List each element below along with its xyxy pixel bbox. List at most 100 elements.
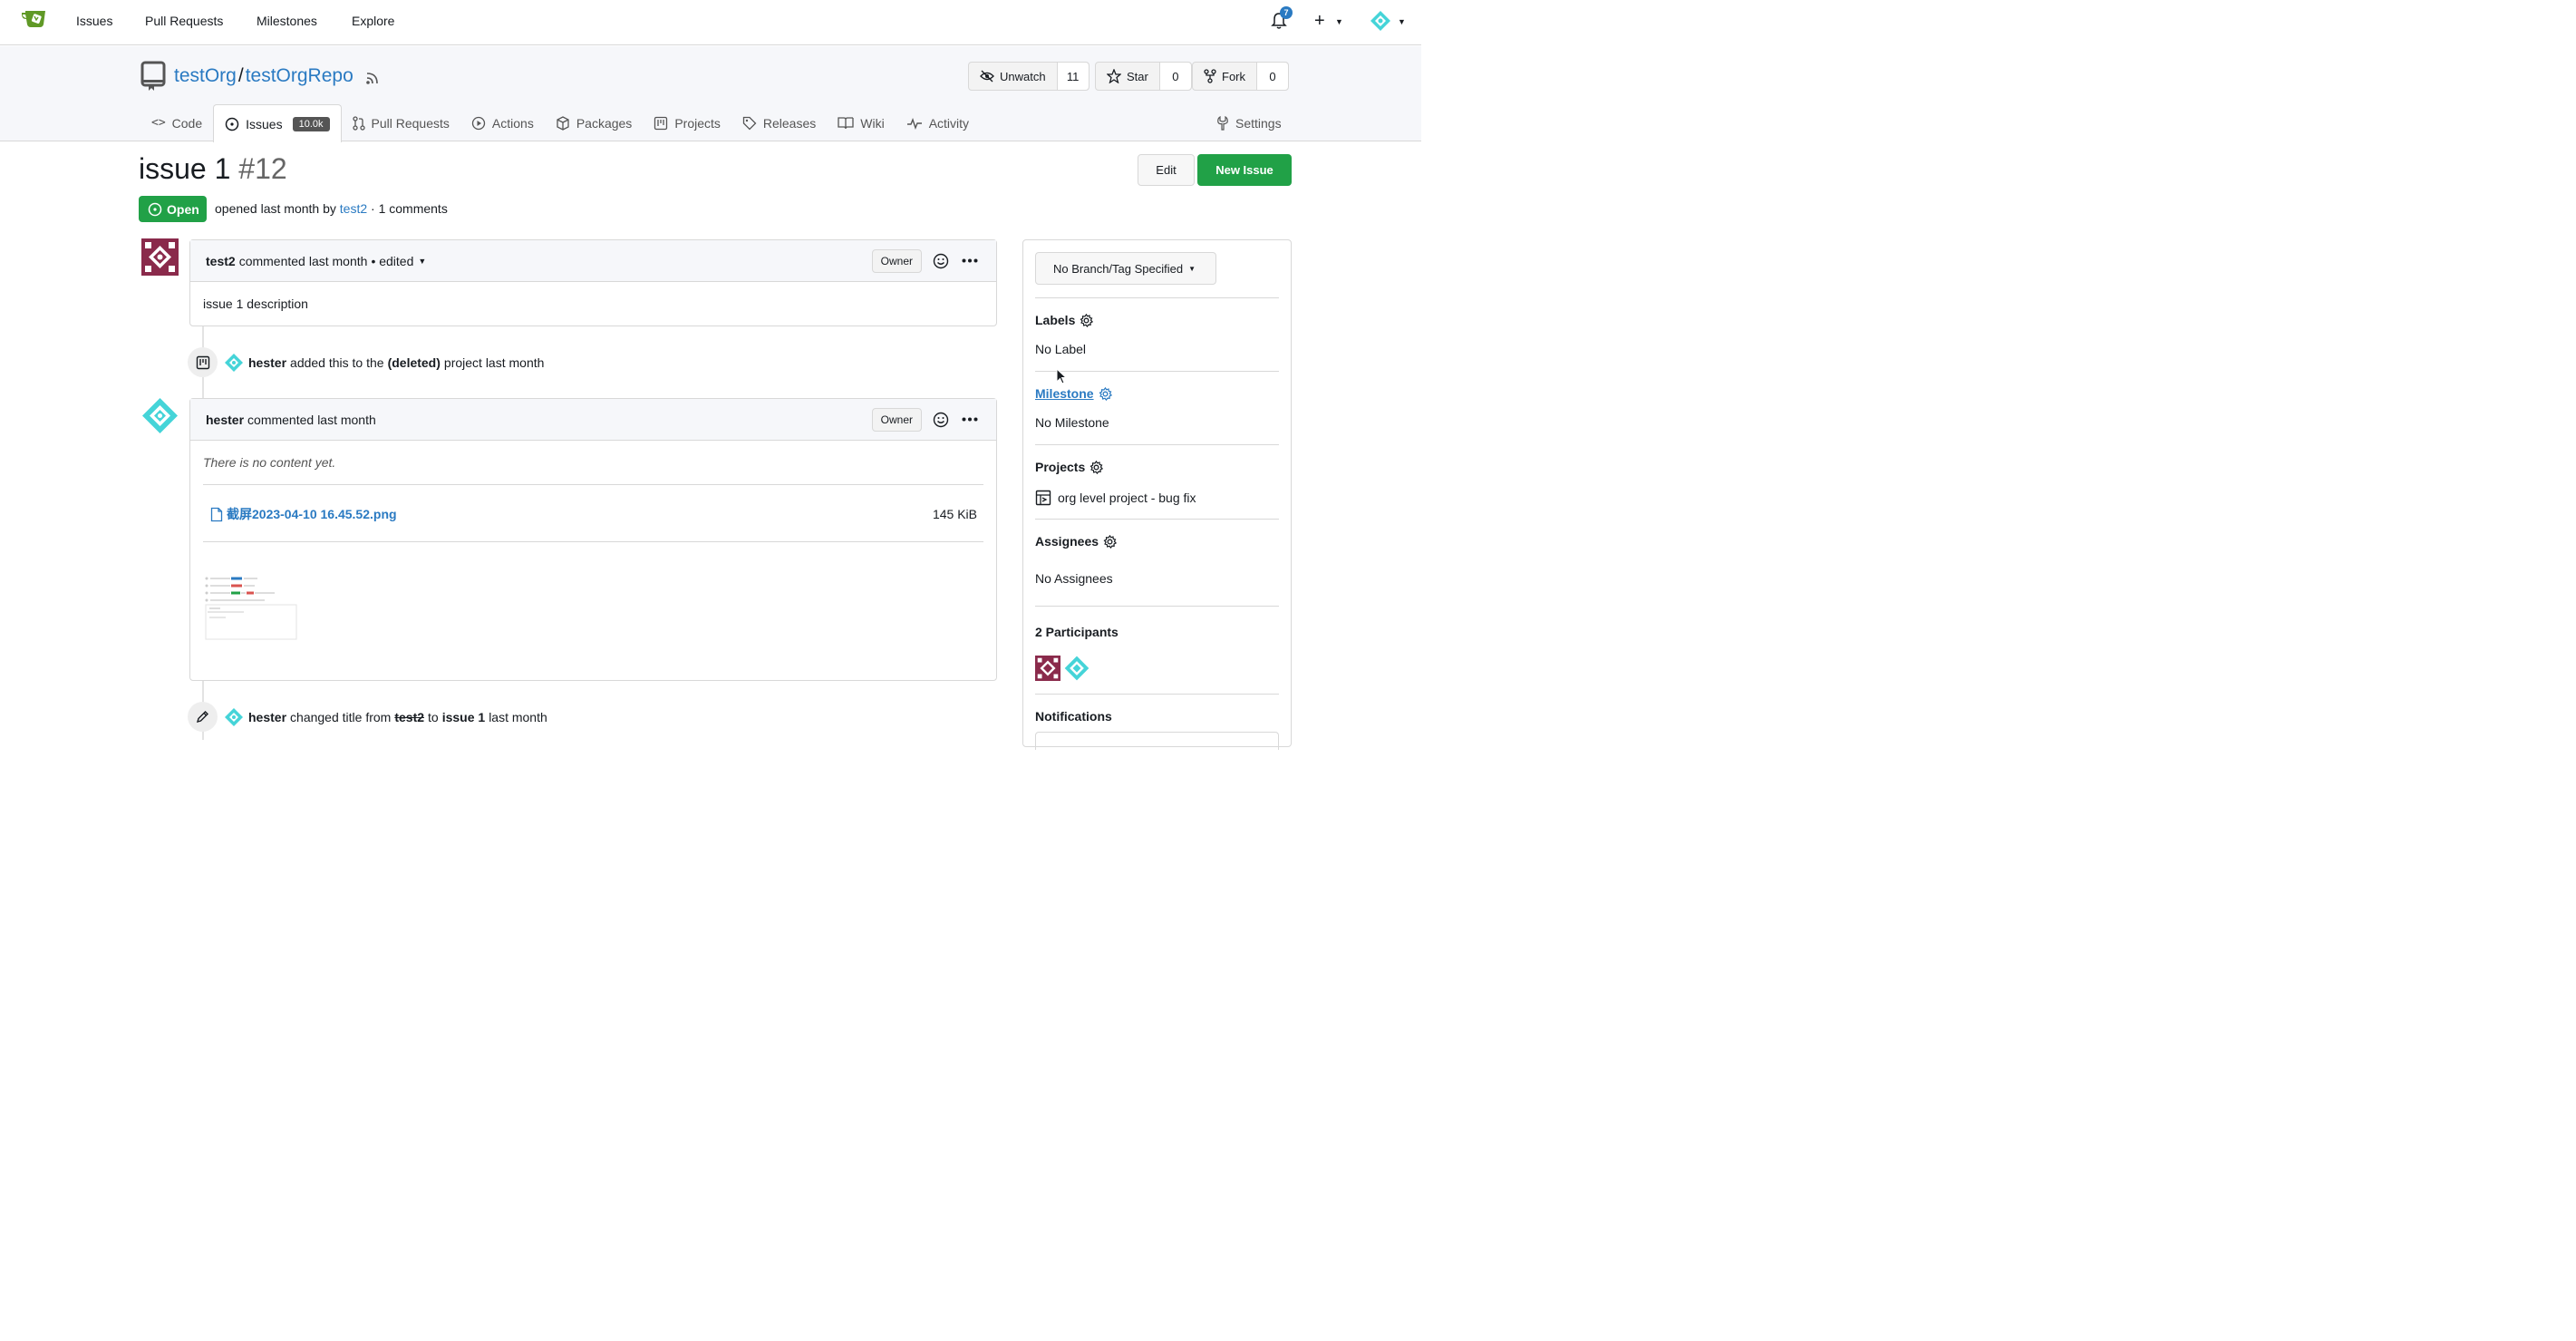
avatar[interactable] (141, 238, 179, 276)
attachment-size: 145 KiB (932, 507, 977, 521)
chevron-down-icon[interactable]: ▼ (1398, 17, 1406, 26)
nav-pull-requests[interactable]: Pull Requests (145, 14, 223, 28)
tab-label: Projects (674, 115, 721, 131)
comment-author[interactable]: test2 (206, 254, 236, 268)
divider (1035, 444, 1279, 445)
event-user[interactable]: hester (248, 710, 286, 724)
avatar[interactable] (225, 707, 243, 726)
attachment-link[interactable]: 截屏2023-04-10 16.45.52.png (210, 505, 397, 523)
attachment-name: 截屏2023-04-10 16.45.52.png (227, 507, 397, 521)
pulse-icon (906, 117, 922, 130)
gear-icon[interactable] (1099, 386, 1112, 401)
gear-icon[interactable] (1089, 460, 1104, 474)
more-options-icon[interactable] (962, 417, 978, 422)
avatar[interactable] (1035, 656, 1060, 681)
project-board-icon (1035, 490, 1051, 506)
more-options-icon[interactable] (962, 258, 978, 263)
tab-code[interactable]: <> Code (140, 104, 213, 141)
event-text: last month (489, 709, 547, 724)
tab-wiki[interactable]: Wiki (827, 104, 895, 141)
avatar[interactable] (141, 397, 179, 434)
comment-time[interactable]: last month (317, 413, 376, 427)
subscribe-button[interactable] (1035, 732, 1279, 750)
watch-count[interactable]: 11 (1057, 63, 1089, 90)
reaction-smiley-icon[interactable] (933, 412, 949, 428)
event-text: to (428, 709, 439, 724)
rss-icon[interactable] (365, 72, 379, 85)
issue-author-link[interactable]: test2 (340, 201, 367, 216)
comment-action: commented (247, 412, 315, 427)
fork-button[interactable]: Fork (1193, 63, 1257, 90)
tab-label: Releases (762, 115, 817, 131)
chevron-down-icon[interactable]: ▼ (418, 257, 426, 266)
nav-issues[interactable]: Issues (76, 14, 112, 28)
event-icon (188, 702, 218, 732)
star-button[interactable]: Star (1096, 63, 1160, 90)
unwatch-button[interactable]: Unwatch (969, 63, 1058, 90)
repo-tabs: <> Code Issues 10.0k Pull Requests Actio… (140, 104, 980, 142)
fork-button-group: Fork 0 (1192, 62, 1289, 91)
issue-title-text: issue 1 (139, 152, 231, 185)
gear-icon[interactable] (1080, 313, 1094, 327)
tab-actions[interactable]: Actions (460, 104, 545, 141)
comment-time[interactable]: last month (309, 254, 368, 268)
assignees-heading[interactable]: Assignees (1035, 534, 1118, 549)
mouse-cursor-icon (1056, 368, 1067, 384)
tab-pull-requests[interactable]: Pull Requests (342, 104, 460, 141)
projects-heading[interactable]: Projects (1035, 460, 1104, 474)
repo-title: testOrg/testOrgRepo (174, 65, 353, 87)
branch-label: No Branch/Tag Specified (1053, 261, 1184, 276)
notifications-title: Notifications (1035, 709, 1112, 724)
tab-label: Wiki (860, 115, 885, 131)
comment-box: hester commented last month Owner There … (189, 398, 997, 681)
fork-count[interactable]: 0 (1257, 63, 1288, 90)
divider (1035, 606, 1279, 607)
tab-settings[interactable]: Settings (1206, 104, 1293, 141)
status-badge: Open (139, 196, 207, 222)
star-count[interactable]: 0 (1159, 63, 1191, 90)
unwatch-label: Unwatch (1000, 69, 1046, 83)
gitea-logo-icon[interactable] (20, 8, 49, 30)
create-plus-icon[interactable]: + (1314, 11, 1325, 32)
project-item[interactable]: org level project - bug fix (1035, 490, 1196, 506)
labels-heading[interactable]: Labels (1035, 313, 1094, 327)
new-issue-button[interactable]: New Issue (1197, 154, 1292, 186)
repo-name-link[interactable]: testOrgRepo (246, 65, 353, 86)
old-title: test2 (394, 709, 425, 724)
repo-owner-link[interactable]: testOrg (174, 65, 237, 86)
milestone-heading[interactable]: Milestone (1035, 386, 1112, 401)
reaction-smiley-icon[interactable] (933, 253, 949, 269)
tab-label: Pull Requests (371, 115, 450, 131)
tab-releases[interactable]: Releases (731, 104, 827, 141)
nav-milestones[interactable]: Milestones (257, 14, 317, 28)
attachment-thumbnail[interactable] (204, 575, 298, 640)
avatar[interactable] (1064, 656, 1089, 681)
gear-icon[interactable] (1103, 534, 1118, 549)
comment-body: issue 1 description (203, 296, 308, 311)
file-icon (210, 507, 223, 521)
event-user[interactable]: hester (248, 355, 286, 370)
pull-request-icon (352, 115, 365, 131)
tab-issues[interactable]: Issues 10.0k (213, 104, 342, 142)
tab-projects[interactable]: Projects (643, 104, 731, 141)
issue-icon (225, 117, 239, 131)
comment-edited[interactable]: • edited (371, 254, 413, 268)
branch-select-button[interactable]: No Branch/Tag Specified ▼ (1035, 252, 1216, 285)
comment-author[interactable]: hester (206, 413, 244, 427)
tab-packages[interactable]: Packages (545, 104, 643, 141)
package-icon (557, 115, 569, 131)
assignees-value: No Assignees (1035, 571, 1113, 586)
event-text: added this to the (290, 355, 384, 370)
nav-explore[interactable]: Explore (352, 14, 394, 28)
avatar[interactable] (225, 353, 243, 372)
assignees-title: Assignees (1035, 534, 1099, 549)
watch-button-group: Unwatch 11 (968, 62, 1089, 91)
chevron-down-icon[interactable]: ▼ (1335, 17, 1343, 26)
issue-open-icon (148, 202, 162, 216)
tab-activity[interactable]: Activity (896, 104, 980, 141)
play-icon (471, 116, 486, 130)
user-avatar[interactable] (1370, 10, 1391, 32)
repo-icon (140, 61, 166, 91)
edit-button[interactable]: Edit (1138, 154, 1195, 186)
pencil-icon (196, 711, 208, 724)
